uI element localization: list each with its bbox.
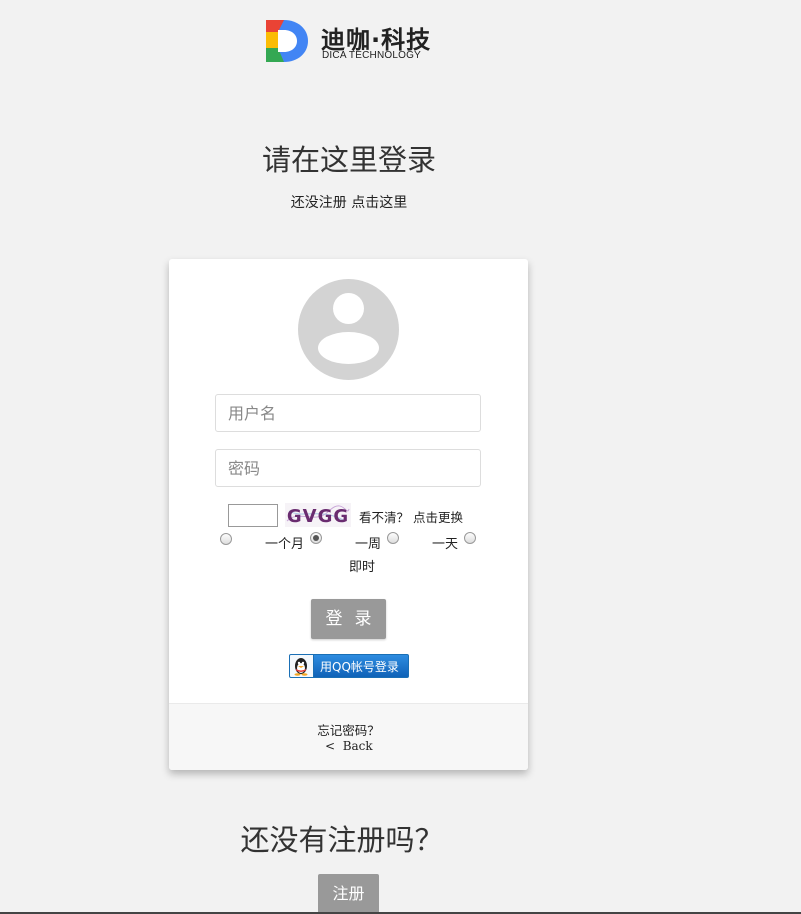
dica-d-logo-icon — [266, 20, 308, 62]
remember-week-radio[interactable] — [310, 532, 322, 544]
card-footer: 忘记密码？ < Back — [169, 703, 528, 770]
remember-day-radio[interactable] — [387, 532, 399, 544]
logo-subtitle: DICA TECHNOLOGY — [322, 50, 421, 61]
brand-logo: 迪咖·科技 DICA TECHNOLOGY — [264, 18, 444, 66]
user-avatar-icon — [298, 279, 399, 380]
qq-penguin-icon — [290, 655, 314, 677]
chevron-left-icon: < — [325, 739, 336, 753]
captcha-hint-text: 看不清？ — [359, 510, 410, 525]
captcha-refresh-link[interactable]: 点击更换 — [413, 510, 463, 525]
login-button[interactable]: 登录 — [311, 599, 386, 639]
bottom-title: 还没有注册吗？ — [240, 823, 444, 857]
login-card: GVGG 看不清？ 点击更换 一个月 一周 一天 即时 登录 用QQ帐号登录 忘… — [169, 259, 528, 770]
forgot-password-link[interactable]: 忘记密码？ — [169, 720, 528, 739]
register-button[interactable]: 注册 — [318, 874, 379, 914]
remember-instant-label: 即时 — [349, 560, 376, 575]
back-link[interactable]: < Back — [325, 739, 373, 753]
captcha-hint: 看不清？ 点击更换 — [359, 507, 463, 526]
captcha-code: GVGG — [287, 506, 349, 527]
captcha-input[interactable] — [228, 504, 278, 527]
click-here-link[interactable]: 点击这里 — [351, 195, 407, 211]
avatar-body — [318, 332, 379, 364]
page-title: 请在这里登录 — [261, 143, 436, 177]
back-label: Back — [342, 739, 373, 753]
captcha-image[interactable]: GVGG — [285, 503, 351, 527]
qq-login-button[interactable]: 用QQ帐号登录 — [289, 654, 409, 678]
avatar-head — [333, 293, 364, 324]
register-prompt: 还没注册 点击这里 — [0, 192, 698, 212]
remember-month-label: 一个月 — [265, 537, 305, 552]
qq-login-label: 用QQ帐号登录 — [320, 660, 399, 674]
username-input[interactable] — [215, 394, 481, 432]
password-input[interactable] — [215, 449, 481, 487]
remember-month-radio[interactable] — [220, 533, 232, 545]
not-registered-text: 还没注册 — [290, 195, 347, 211]
remember-week-label: 一周 — [355, 537, 382, 552]
remember-instant-radio[interactable] — [464, 532, 476, 544]
remember-day-label: 一天 — [432, 537, 459, 552]
